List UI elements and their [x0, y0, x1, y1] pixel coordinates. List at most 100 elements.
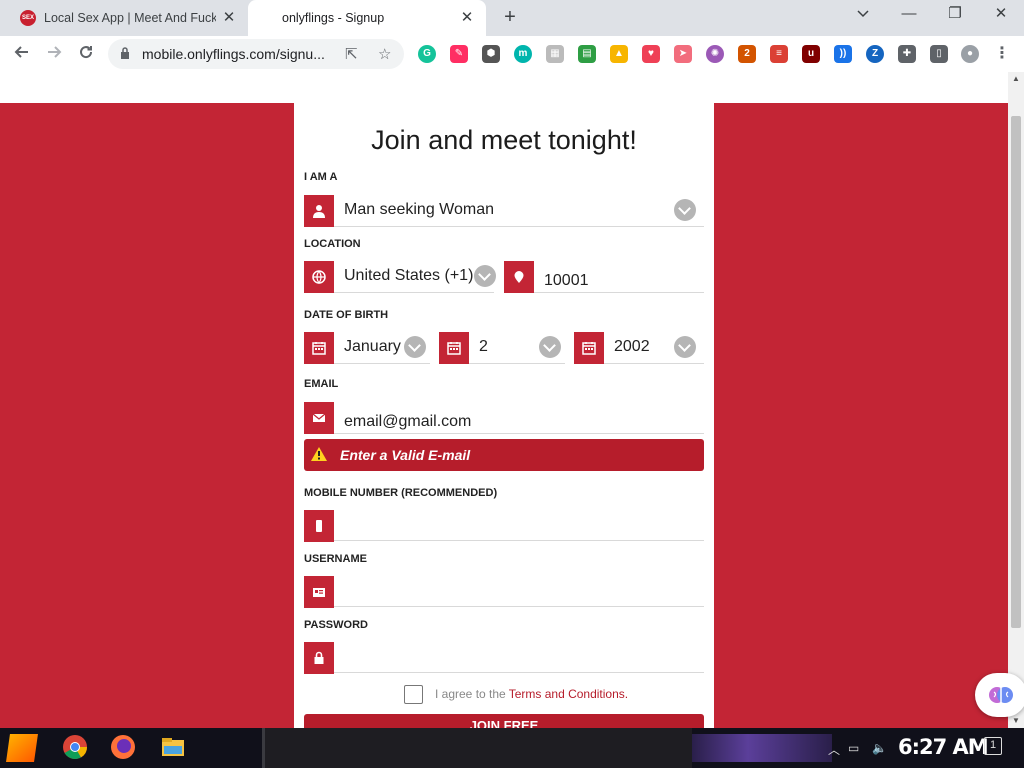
password-label: PASSWORD — [304, 619, 368, 631]
country-select[interactable]: United States (+1) — [344, 267, 473, 285]
divider — [534, 292, 704, 293]
web-page: Join and meet tonight! I AM A Man seekin… — [0, 72, 1008, 728]
email-error-text: Enter a Valid E-mail — [340, 447, 471, 463]
year-select[interactable]: 2002 — [614, 338, 650, 356]
tab-close-icon[interactable]: ✕ — [220, 9, 238, 27]
lock-icon — [121, 47, 129, 59]
chevron-down-icon — [857, 10, 869, 18]
divider — [334, 606, 704, 607]
clock[interactable]: 6:27 AM — [898, 735, 989, 759]
email-input[interactable]: email@gmail.com — [344, 413, 471, 431]
terms-checkbox[interactable] — [404, 684, 423, 704]
scroll-up-icon[interactable]: ▲ — [1012, 74, 1020, 83]
divider — [469, 363, 565, 364]
divider — [334, 363, 430, 364]
tab-onlyflings-signup[interactable]: onlyflings - Signup ✕ — [248, 0, 486, 36]
new-tab-button[interactable]: + — [498, 6, 522, 30]
user-icon — [304, 195, 334, 227]
divider — [604, 363, 704, 364]
chevron-down-icon[interactable] — [539, 336, 561, 358]
day-select[interactable]: 2 — [479, 338, 488, 356]
brain-icon — [989, 687, 1013, 703]
join-button[interactable]: JOIN FREE — [304, 714, 704, 728]
email-error-banner: Enter a Valid E-mail — [304, 439, 704, 471]
terms-text: I agree to the — [435, 687, 506, 701]
scroll-down-icon[interactable]: ▼ — [1012, 716, 1020, 725]
share-icon[interactable]: ⇱ — [345, 45, 358, 63]
bookmark-star-icon[interactable]: ☆ — [378, 45, 391, 63]
file-explorer-taskbar-icon[interactable] — [160, 734, 188, 762]
chevron-down-icon[interactable] — [404, 336, 426, 358]
start-button[interactable] — [6, 734, 38, 762]
chrome-taskbar-icon[interactable] — [62, 734, 90, 762]
arrow-right-icon — [48, 46, 62, 58]
tab-title: Local Sex App | Meet And Fuck — [44, 11, 216, 25]
restore-button[interactable]: ❐ — [932, 0, 978, 30]
signup-card: Join and meet tonight! I AM A Man seekin… — [294, 103, 714, 728]
puzzle-grey-extension-icon[interactable]: ▦ — [546, 45, 564, 63]
sheet-extension-icon[interactable]: ▤ — [578, 45, 596, 63]
m-extension-icon[interactable]: m — [514, 45, 532, 63]
z-extension-icon[interactable]: Z — [866, 45, 884, 63]
ublock-extension-icon[interactable]: u — [802, 45, 820, 63]
map-pin-icon — [504, 261, 534, 293]
tab-search-button[interactable] — [840, 0, 886, 30]
scrollbar-thumb[interactable] — [1011, 116, 1021, 628]
brain-assistant-button[interactable] — [975, 673, 1024, 717]
arrow-left-icon — [14, 46, 28, 58]
divider — [334, 433, 704, 434]
notification-center-icon[interactable]: 1 — [984, 737, 1002, 755]
chevron-up-icon[interactable]: ︿ — [828, 741, 840, 758]
close-window-button[interactable]: ✕ — [978, 0, 1024, 30]
divider — [334, 226, 704, 227]
reload-icon — [80, 46, 93, 59]
minimize-button[interactable]: — — [886, 0, 932, 30]
sex-favicon-icon: SEX — [20, 10, 36, 26]
arrow-extension-icon[interactable]: ➤ — [674, 45, 692, 63]
todoist-extension-icon[interactable]: ≡ — [770, 45, 788, 63]
divider — [334, 292, 494, 293]
hexagon-extension-icon[interactable]: ⬢ — [482, 45, 500, 63]
username-label: USERNAME — [304, 553, 367, 565]
back-button[interactable] — [8, 40, 36, 68]
brain-extension-icon[interactable]: ✺ — [706, 45, 724, 63]
terms-row: I agree to the Terms and Conditions. — [404, 684, 628, 704]
tab-close-icon[interactable]: ✕ — [458, 9, 476, 27]
chevron-down-icon[interactable] — [674, 336, 696, 358]
page-title: Join and meet tonight! — [371, 125, 637, 155]
terms-link[interactable]: Terms and Conditions. — [509, 687, 628, 701]
firefox-taskbar-icon[interactable] — [110, 734, 138, 762]
tab-title: onlyflings - Signup — [282, 11, 385, 25]
profile-avatar-icon[interactable]: ● — [961, 45, 979, 63]
volume-icon[interactable]: 🔈 — [872, 741, 887, 755]
page-scrollbar[interactable]: ▲ ▼ — [1008, 72, 1024, 728]
extensions-puzzle-icon[interactable]: ✚ — [898, 45, 916, 63]
menu-kebab-icon[interactable]: ⋮ — [993, 45, 1011, 63]
side-panel-icon[interactable]: ▯ — [930, 45, 948, 63]
chevron-down-icon[interactable] — [674, 199, 696, 221]
signal-extension-icon[interactable]: )) — [834, 45, 852, 63]
seeking-select[interactable]: Man seeking Woman — [344, 201, 494, 219]
forward-button[interactable] — [40, 40, 68, 68]
phone-icon — [304, 510, 334, 542]
badge-2-extension-icon[interactable]: 2 — [738, 45, 756, 63]
grammarly-extension-icon[interactable]: G — [418, 45, 436, 63]
tab-local-sex-app[interactable]: SEX Local Sex App | Meet And Fuck ✕ — [8, 0, 248, 36]
month-select[interactable]: January — [344, 338, 401, 356]
zip-input[interactable]: 10001 — [544, 272, 589, 290]
dob-label: DATE OF BIRTH — [304, 309, 389, 321]
address-bar[interactable]: mobile.onlyflings.com/signu... ⇱ ☆ — [108, 39, 404, 69]
divider — [334, 540, 704, 541]
network-icon[interactable]: ▭ — [848, 741, 859, 755]
email-label: EMAIL — [304, 378, 339, 390]
google-drive-extension-icon[interactable]: ▲ — [610, 45, 628, 63]
pocket-extension-icon[interactable]: ♥ — [642, 45, 660, 63]
feather-extension-icon[interactable]: ✎ — [450, 45, 468, 63]
taskbar-decoration — [692, 734, 832, 762]
reload-button[interactable] — [72, 40, 100, 68]
chevron-down-icon[interactable] — [474, 265, 496, 287]
tab-strip: SEX Local Sex App | Meet And Fuck ✕ only… — [0, 0, 1024, 36]
taskbar-search-area[interactable] — [262, 728, 692, 768]
lock-icon — [304, 642, 334, 674]
location-label: LOCATION — [304, 238, 361, 250]
